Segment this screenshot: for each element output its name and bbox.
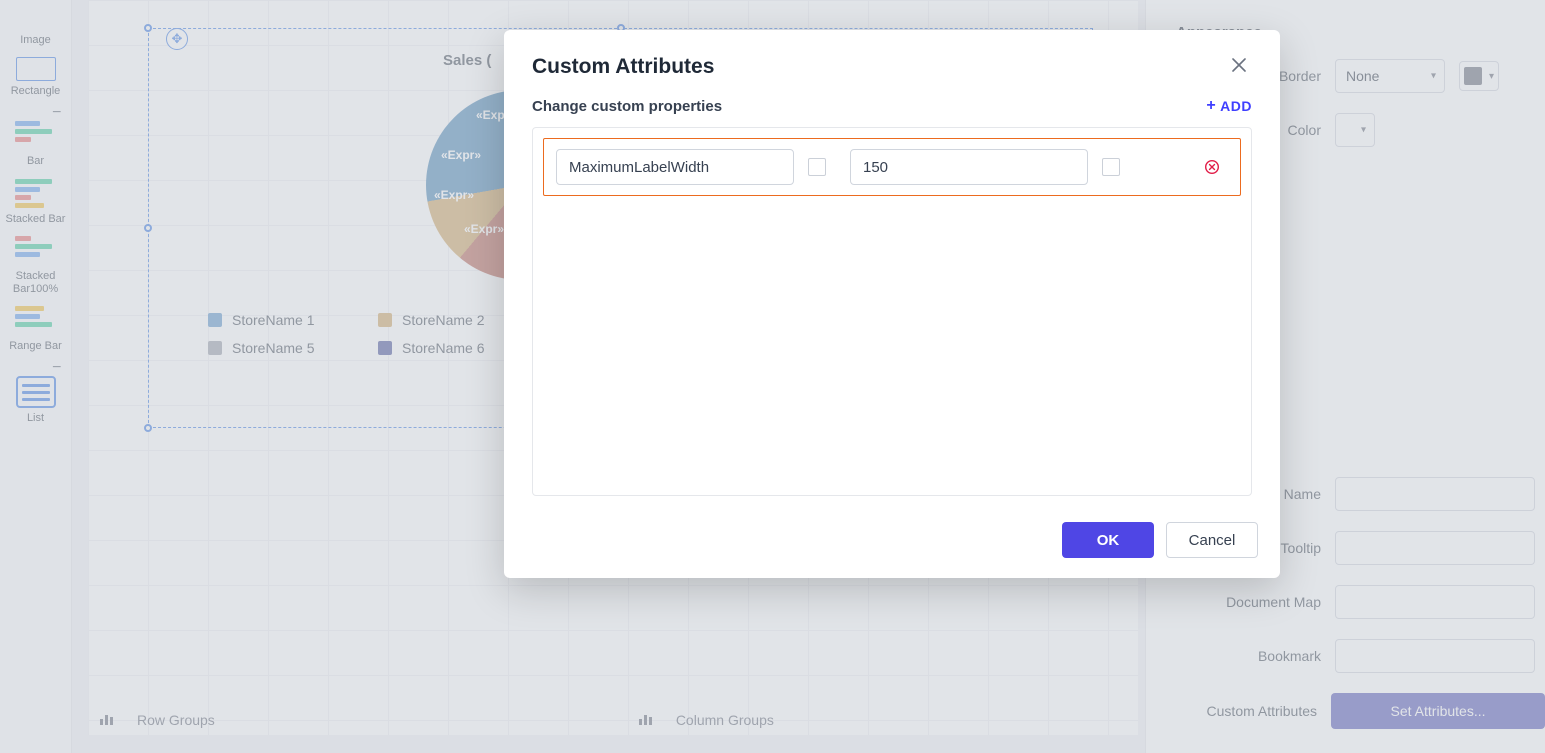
- delete-row-button[interactable]: [1204, 159, 1228, 175]
- cancel-button[interactable]: Cancel: [1166, 522, 1258, 558]
- groups-bar: Row Groups Column Groups: [88, 705, 1138, 735]
- chevron-down-icon: ▾: [1489, 71, 1494, 82]
- close-button[interactable]: [1226, 52, 1252, 81]
- resize-handle[interactable]: [144, 424, 152, 432]
- dialog-title: Custom Attributes: [532, 55, 714, 79]
- resize-handle[interactable]: [144, 24, 152, 32]
- name-input[interactable]: [1335, 477, 1535, 511]
- cancel-label: Cancel: [1189, 532, 1236, 549]
- row-groups-icon: [100, 715, 113, 725]
- color-select[interactable]: ▾: [1335, 113, 1375, 147]
- custom-attr-label: Custom Attributes: [1176, 703, 1317, 719]
- move-icon[interactable]: ✥: [166, 28, 188, 50]
- tb-label-image: Image: [6, 34, 66, 47]
- chevron-down-icon: ▾: [1431, 71, 1436, 82]
- custom-attributes-dialog: Custom Attributes Change custom properti…: [504, 30, 1280, 578]
- toolbox-item-bar[interactable]: Bar: [6, 121, 66, 168]
- border-color-picker[interactable]: ▾: [1459, 61, 1499, 91]
- docmap-label: Document Map: [1176, 594, 1321, 610]
- attribute-value-input[interactable]: [850, 149, 1088, 185]
- tb-label-list: List: [6, 412, 66, 425]
- pie-slice-label: «Expr»: [434, 188, 474, 202]
- value-expression-toggle[interactable]: [1102, 158, 1120, 176]
- toolbox-item-list[interactable]: List: [6, 376, 66, 425]
- delete-icon: [1204, 159, 1220, 175]
- bookmark-label: Bookmark: [1176, 648, 1321, 664]
- tb-label-bar: Bar: [6, 155, 66, 168]
- attributes-list: [532, 127, 1252, 496]
- plus-icon: +: [1206, 97, 1216, 115]
- add-button[interactable]: + ADD: [1206, 97, 1252, 115]
- bookmark-input[interactable]: [1335, 639, 1535, 673]
- legend-label: StoreName 2: [402, 312, 484, 328]
- toolbox-panel: Image Rectangle Bar Stacked Bar Stacked …: [0, 0, 72, 753]
- attribute-name-input[interactable]: [556, 149, 794, 185]
- resize-handle[interactable]: [144, 224, 152, 232]
- set-attributes-button[interactable]: Set Attributes...: [1331, 693, 1545, 729]
- tb-label-stacked100: Stacked Bar100%: [6, 270, 66, 296]
- pie-slice-label: «Expr»: [441, 148, 481, 162]
- column-groups-icon: [639, 715, 652, 725]
- legend-item[interactable]: StoreName 1: [208, 312, 378, 328]
- legend-label: StoreName 1: [232, 312, 314, 328]
- tb-label-range: Range Bar: [6, 340, 66, 353]
- ok-button[interactable]: OK: [1062, 522, 1154, 558]
- name-expression-toggle[interactable]: [808, 158, 826, 176]
- toolbox-item-image[interactable]: Image: [6, 6, 66, 47]
- set-attr-label: Set Attributes...: [1391, 703, 1486, 719]
- border-select[interactable]: None ▾: [1335, 59, 1445, 93]
- border-value: None: [1346, 68, 1379, 84]
- legend-item[interactable]: StoreName 5: [208, 340, 378, 356]
- toolbox-item-range-bar[interactable]: Range Bar: [6, 306, 66, 353]
- add-label: ADD: [1220, 98, 1252, 114]
- tb-label-stacked: Stacked Bar: [6, 213, 66, 226]
- toolbox-item-stacked-bar-100[interactable]: Stacked Bar100%: [6, 236, 66, 296]
- dialog-subtitle: Change custom properties: [532, 98, 722, 115]
- column-groups-label[interactable]: Column Groups: [676, 712, 774, 728]
- legend-label: StoreName 5: [232, 340, 314, 356]
- attribute-row: [543, 138, 1241, 196]
- tb-label-rect: Rectangle: [6, 85, 66, 98]
- chevron-down-icon: ▾: [1361, 125, 1366, 136]
- pie-slice-label: «Expr»: [464, 222, 504, 236]
- ok-label: OK: [1097, 532, 1120, 549]
- chart-title: Sales (: [443, 52, 491, 69]
- docmap-input[interactable]: [1335, 585, 1535, 619]
- row-groups-label[interactable]: Row Groups: [137, 712, 215, 728]
- legend-label: StoreName 6: [402, 340, 484, 356]
- toolbox-item-rectangle[interactable]: Rectangle: [6, 57, 66, 98]
- tooltip-input[interactable]: [1335, 531, 1535, 565]
- chart-legend: StoreName 1 StoreName 2 StoreName 5 Stor…: [208, 312, 548, 356]
- close-icon: [1232, 58, 1246, 72]
- toolbox-item-stacked-bar[interactable]: Stacked Bar: [6, 179, 66, 226]
